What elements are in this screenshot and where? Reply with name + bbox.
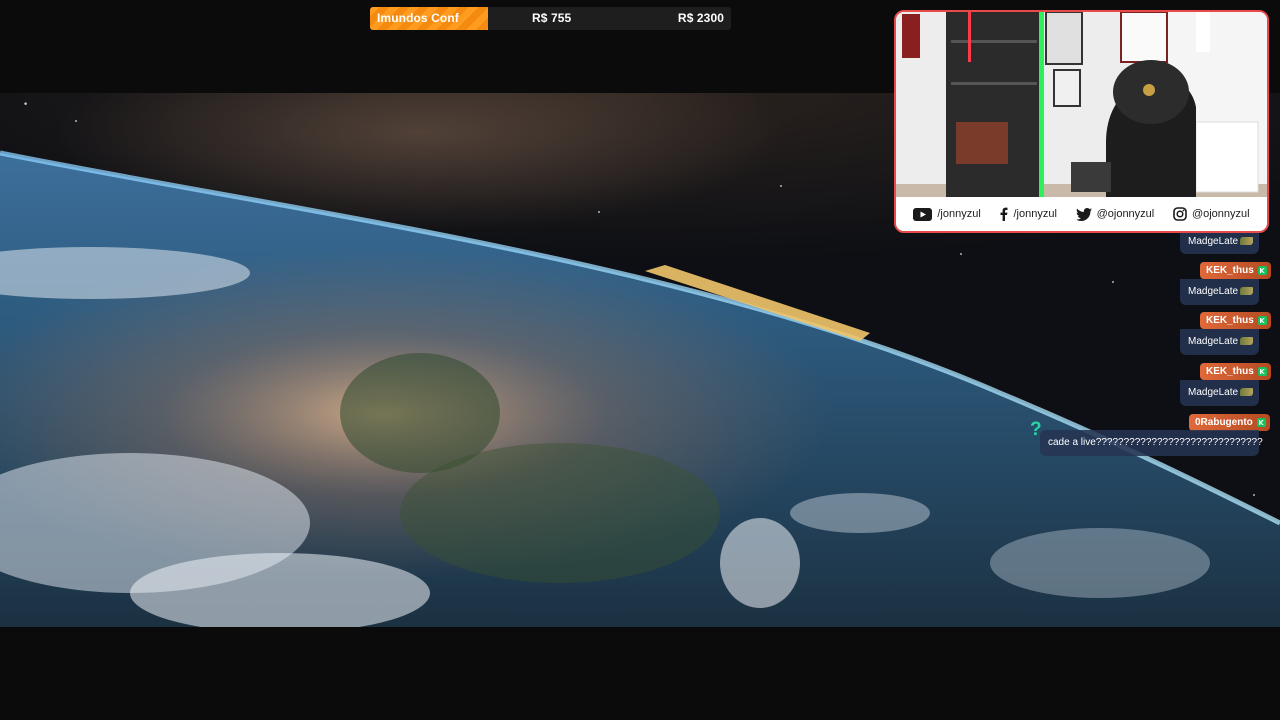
star	[780, 185, 782, 187]
chat-username-text: KEK_thus	[1206, 315, 1254, 326]
chat-username: KEK_thus	[1200, 363, 1271, 380]
star	[75, 120, 77, 122]
emote-icon	[1240, 337, 1254, 346]
social-youtube[interactable]: /jonnyzul	[913, 207, 981, 221]
social-instagram[interactable]: @ojonnyzul	[1173, 207, 1250, 221]
emote-icon	[1240, 388, 1254, 397]
kick-badge-icon	[1257, 367, 1267, 376]
chat-message: MadgeLate	[1180, 380, 1259, 406]
star	[1112, 281, 1114, 283]
webcam-frame: /jonnyzul /jonnyzul @ojonnyzul @ojonnyzu…	[894, 10, 1269, 233]
social-links-bar: /jonnyzul /jonnyzul @ojonnyzul @ojonnyzu…	[896, 197, 1267, 231]
webcam-room	[896, 12, 1267, 198]
twitter-icon	[1075, 207, 1092, 221]
social-handle: /jonnyzul	[937, 208, 981, 220]
emote-icon	[1240, 287, 1254, 296]
kick-badge-icon	[1257, 316, 1267, 325]
instagram-icon	[1173, 207, 1187, 221]
kick-badge-icon	[1256, 418, 1266, 427]
goal-current-amount: R$ 755	[532, 11, 572, 25]
donation-goal-bar: Imundos Conf R$ 755 R$ 2300	[370, 7, 731, 30]
youtube-icon	[913, 207, 933, 221]
chat-message: MadgeLate	[1180, 279, 1259, 305]
chat-message: cade a live?????????????????????????????…	[1040, 430, 1263, 456]
chat-message-text: MadgeLate	[1188, 286, 1239, 297]
emote-icon	[1240, 237, 1254, 246]
chat-message: MadgeLate	[1180, 329, 1259, 355]
social-facebook[interactable]: /jonnyzul	[999, 207, 1057, 221]
chat-username-text: 0Rabugento	[1195, 417, 1253, 428]
chat-message-text: MadgeLate	[1188, 236, 1239, 247]
chat-username-text: KEK_thus	[1206, 265, 1254, 276]
kick-badge-icon	[1257, 266, 1267, 275]
facebook-icon	[1000, 207, 1008, 221]
goal-target-amount: R$ 2300	[677, 11, 724, 25]
star	[960, 253, 962, 255]
chat-username-text: KEK_thus	[1206, 366, 1254, 377]
chat-username: KEK_thus	[1200, 262, 1271, 279]
star	[1253, 494, 1255, 496]
chat-username: 0Rabugento	[1189, 414, 1270, 431]
goal-name: Imundos Conf	[377, 11, 459, 25]
chat-message-text: cade a live?????????????????????????????…	[1048, 437, 1263, 448]
social-handle: /jonnyzul	[1013, 208, 1057, 220]
social-handle: @ojonnyzul	[1096, 208, 1155, 220]
star	[598, 211, 600, 213]
chat-message: MadgeLate	[1180, 233, 1259, 254]
social-handle: @ojonnyzul	[1191, 208, 1250, 220]
chat-message-text: MadgeLate	[1188, 336, 1239, 347]
social-twitter[interactable]: @ojonnyzul	[1075, 207, 1155, 221]
chat-message-text: MadgeLate	[1188, 387, 1239, 398]
chat-username: KEK_thus	[1200, 312, 1271, 329]
